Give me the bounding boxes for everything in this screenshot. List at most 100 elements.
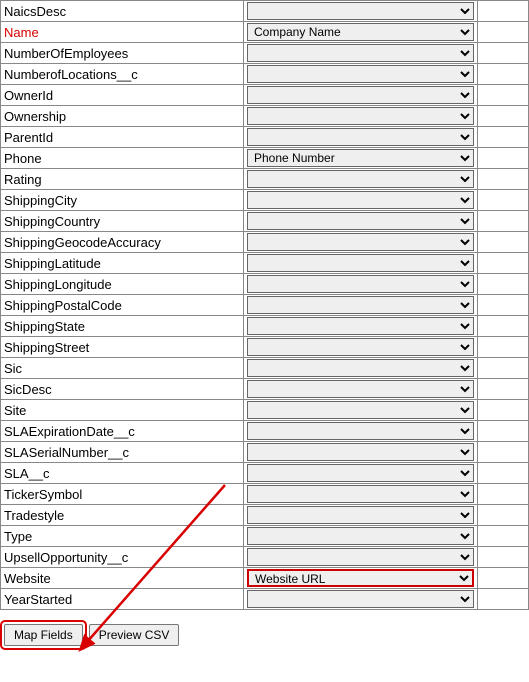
field-mapping-select[interactable]: Company NamePhone NumberWebsite URL	[247, 296, 474, 314]
row-end-cell	[478, 211, 529, 232]
table-row: TickerSymbolCompany NamePhone NumberWebs…	[1, 484, 529, 505]
field-select-cell: Company NamePhone NumberWebsite URL	[244, 526, 478, 547]
field-label: TickerSymbol	[1, 484, 244, 505]
field-mapping-select[interactable]: Company NamePhone NumberWebsite URL	[247, 170, 474, 188]
field-label: SLASerialNumber__c	[1, 442, 244, 463]
field-label: UpsellOpportunity__c	[1, 547, 244, 568]
field-select-cell: Company NamePhone NumberWebsite URL	[244, 274, 478, 295]
field-label: SLAExpirationDate__c	[1, 421, 244, 442]
field-mapping-select[interactable]: Company NamePhone NumberWebsite URL	[247, 380, 474, 398]
field-mapping-select[interactable]: Company NamePhone NumberWebsite URL	[247, 506, 474, 524]
table-row: NumberOfEmployeesCompany NamePhone Numbe…	[1, 43, 529, 64]
table-row: NaicsDescCompany NamePhone NumberWebsite…	[1, 1, 529, 22]
field-mapping-select[interactable]: Company NamePhone NumberWebsite URL	[247, 443, 474, 461]
field-mapping-select[interactable]: Company NamePhone NumberWebsite URL	[247, 2, 474, 20]
table-row: OwnerIdCompany NamePhone NumberWebsite U…	[1, 85, 529, 106]
field-mapping-select[interactable]: Company NamePhone NumberWebsite URL	[247, 422, 474, 440]
field-mapping-select[interactable]: Company NamePhone NumberWebsite URL	[247, 548, 474, 566]
table-row: ShippingStreetCompany NamePhone NumberWe…	[1, 337, 529, 358]
field-label: ShippingCountry	[1, 211, 244, 232]
field-mapping-select[interactable]: Company NamePhone NumberWebsite URL	[247, 275, 474, 293]
field-mapping-select[interactable]: Company NamePhone NumberWebsite URL	[247, 86, 474, 104]
field-mapping-select[interactable]: Company NamePhone NumberWebsite URL	[247, 401, 474, 419]
field-mapping-select[interactable]: Company NamePhone NumberWebsite URL	[247, 464, 474, 482]
field-select-cell: Company NamePhone NumberWebsite URL	[244, 106, 478, 127]
table-row: ShippingLongitudeCompany NamePhone Numbe…	[1, 274, 529, 295]
field-label: ShippingState	[1, 316, 244, 337]
field-select-cell: Company NamePhone NumberWebsite URL	[244, 1, 478, 22]
row-end-cell	[478, 526, 529, 547]
row-end-cell	[478, 295, 529, 316]
field-label: Sic	[1, 358, 244, 379]
field-mapping-select[interactable]: Company NamePhone NumberWebsite URL	[247, 212, 474, 230]
row-end-cell	[478, 484, 529, 505]
row-end-cell	[478, 106, 529, 127]
row-end-cell	[478, 253, 529, 274]
row-end-cell	[478, 547, 529, 568]
row-end-cell	[478, 400, 529, 421]
field-mapping-select[interactable]: Company NamePhone NumberWebsite URL	[247, 107, 474, 125]
field-label: Rating	[1, 169, 244, 190]
field-label: ShippingCity	[1, 190, 244, 211]
table-row: RatingCompany NamePhone NumberWebsite UR…	[1, 169, 529, 190]
row-end-cell	[478, 1, 529, 22]
field-label: Name	[1, 22, 244, 43]
field-label: OwnerId	[1, 85, 244, 106]
field-mapping-select[interactable]: Company NamePhone NumberWebsite URL	[247, 254, 474, 272]
field-label: Site	[1, 400, 244, 421]
table-row: TypeCompany NamePhone NumberWebsite URL	[1, 526, 529, 547]
table-row: TradestyleCompany NamePhone NumberWebsit…	[1, 505, 529, 526]
field-mapping-select[interactable]: Company NamePhone NumberWebsite URL	[247, 44, 474, 62]
field-select-cell: Company NamePhone NumberWebsite URL	[244, 232, 478, 253]
table-row: ShippingCityCompany NamePhone NumberWebs…	[1, 190, 529, 211]
table-row: SLAExpirationDate__cCompany NamePhone Nu…	[1, 421, 529, 442]
row-end-cell	[478, 22, 529, 43]
row-end-cell	[478, 316, 529, 337]
field-select-cell: Company NamePhone NumberWebsite URL	[244, 358, 478, 379]
field-label: ShippingStreet	[1, 337, 244, 358]
field-mapping-select[interactable]: Company NamePhone NumberWebsite URL	[247, 128, 474, 146]
row-end-cell	[478, 127, 529, 148]
row-end-cell	[478, 85, 529, 106]
field-mapping-select[interactable]: Company NamePhone NumberWebsite URL	[247, 569, 474, 587]
field-select-cell: Company NamePhone NumberWebsite URL	[244, 127, 478, 148]
field-mapping-select[interactable]: Company NamePhone NumberWebsite URL	[247, 527, 474, 545]
row-end-cell	[478, 421, 529, 442]
field-mapping-select[interactable]: Company NamePhone NumberWebsite URL	[247, 590, 474, 608]
field-label: ParentId	[1, 127, 244, 148]
table-row: WebsiteCompany NamePhone NumberWebsite U…	[1, 568, 529, 589]
field-mapping-select[interactable]: Company NamePhone NumberWebsite URL	[247, 65, 474, 83]
field-label: ShippingLongitude	[1, 274, 244, 295]
field-select-cell: Company NamePhone NumberWebsite URL	[244, 484, 478, 505]
row-end-cell	[478, 64, 529, 85]
table-row: ShippingCountryCompany NamePhone NumberW…	[1, 211, 529, 232]
field-mapping-select[interactable]: Company NamePhone NumberWebsite URL	[247, 338, 474, 356]
field-label: Phone	[1, 148, 244, 169]
table-row: PhoneCompany NamePhone NumberWebsite URL	[1, 148, 529, 169]
field-select-cell: Company NamePhone NumberWebsite URL	[244, 295, 478, 316]
field-label: NumberofLocations__c	[1, 64, 244, 85]
table-row: ShippingStateCompany NamePhone NumberWeb…	[1, 316, 529, 337]
field-mapping-select[interactable]: Company NamePhone NumberWebsite URL	[247, 485, 474, 503]
field-select-cell: Company NamePhone NumberWebsite URL	[244, 148, 478, 169]
field-select-cell: Company NamePhone NumberWebsite URL	[244, 337, 478, 358]
table-row: ParentIdCompany NamePhone NumberWebsite …	[1, 127, 529, 148]
table-row: ShippingPostalCodeCompany NamePhone Numb…	[1, 295, 529, 316]
preview-csv-button[interactable]: Preview CSV	[89, 624, 180, 646]
table-row: UpsellOpportunity__cCompany NamePhone Nu…	[1, 547, 529, 568]
field-mapping-select[interactable]: Company NamePhone NumberWebsite URL	[247, 191, 474, 209]
field-mapping-select[interactable]: Company NamePhone NumberWebsite URL	[247, 317, 474, 335]
field-label: ShippingPostalCode	[1, 295, 244, 316]
map-fields-button[interactable]: Map Fields	[4, 624, 83, 646]
field-select-cell: Company NamePhone NumberWebsite URL	[244, 547, 478, 568]
row-end-cell	[478, 169, 529, 190]
field-mapping-select[interactable]: Company NamePhone NumberWebsite URL	[247, 233, 474, 251]
field-mapping-select[interactable]: Company NamePhone NumberWebsite URL	[247, 23, 474, 41]
field-mapping-select[interactable]: Company NamePhone NumberWebsite URL	[247, 359, 474, 377]
field-select-cell: Company NamePhone NumberWebsite URL	[244, 190, 478, 211]
field-label: Website	[1, 568, 244, 589]
field-mapping-select[interactable]: Company NamePhone NumberWebsite URL	[247, 149, 474, 167]
row-end-cell	[478, 43, 529, 64]
field-select-cell: Company NamePhone NumberWebsite URL	[244, 421, 478, 442]
field-label: SicDesc	[1, 379, 244, 400]
